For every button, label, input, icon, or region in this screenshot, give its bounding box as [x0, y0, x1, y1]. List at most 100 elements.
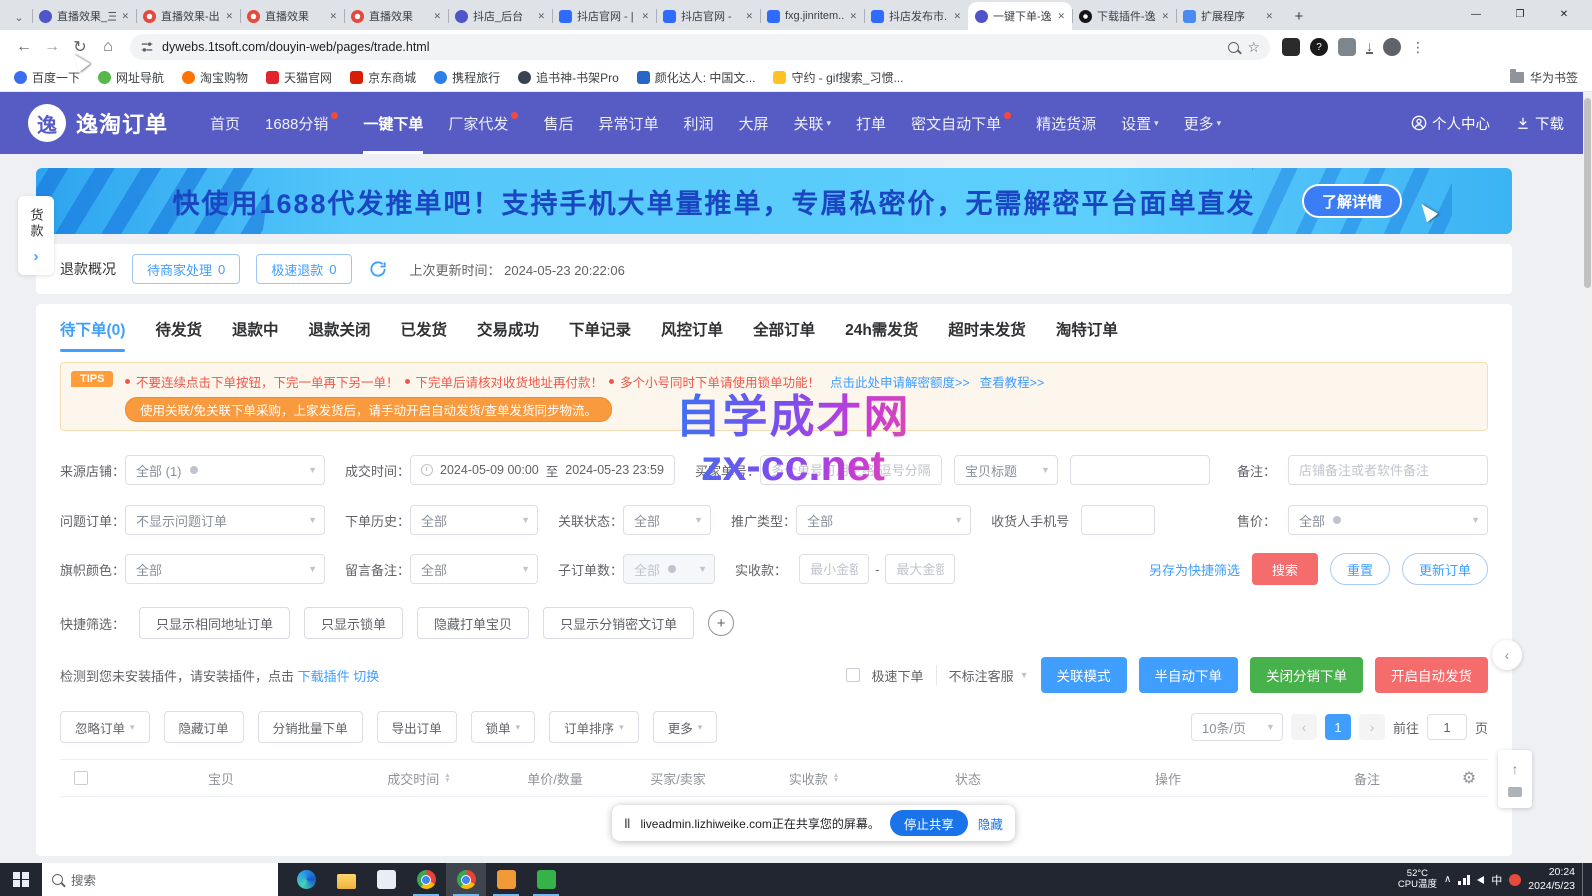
tab-close-icon[interactable]: ✕ [849, 11, 857, 22]
floating-widget[interactable]: ↑ [1498, 750, 1532, 808]
tab-close-icon[interactable]: ✕ [1265, 11, 1273, 22]
browser-tab[interactable]: fxg.jinritem... ✕ [760, 2, 864, 30]
prev-page-button[interactable]: ‹ [1291, 714, 1317, 740]
deal-time-range-picker[interactable]: 2024-05-09 00:00 至 2024-05-23 23:59 [410, 455, 675, 485]
scrollbar-track[interactable] [1583, 92, 1592, 863]
site-info-icon[interactable] [140, 40, 154, 54]
nav-item[interactable]: 厂家代发 [448, 92, 518, 154]
bookmark-item[interactable]: 天猫官网 [266, 69, 332, 86]
tab-close-icon[interactable]: ✕ [433, 11, 441, 22]
widget-icon[interactable] [1508, 787, 1522, 797]
express-order-checkbox[interactable] [846, 668, 860, 682]
nav-item[interactable]: 打单 [856, 92, 886, 154]
next-page-button[interactable]: › [1359, 714, 1385, 740]
column-price-qty[interactable]: 单价/数量 [498, 769, 612, 788]
nav-item[interactable]: 设置 ▾ [1121, 92, 1159, 154]
bookmark-item[interactable]: 淘宝购物 [182, 69, 248, 86]
side-drawer-tab[interactable]: 货款 › [18, 196, 54, 275]
zoom-icon[interactable] [1228, 42, 1239, 53]
download-plugin-link[interactable]: 下载插件 [298, 669, 350, 684]
order-status-tab[interactable]: 全部订单 [753, 318, 815, 352]
bookmark-item[interactable]: 百度一下 [14, 69, 80, 86]
sort-icon[interactable]: ▲▼ [833, 773, 839, 783]
volume-icon[interactable] [1477, 876, 1484, 884]
tab-close-icon[interactable]: ✕ [329, 11, 337, 22]
service-note-select[interactable]: 不标注客服 ▼ [949, 666, 1029, 685]
tab-overflow-icon[interactable]: ⌄ [6, 4, 32, 30]
problem-order-select[interactable]: 不显示问题订单 ▼ [125, 505, 325, 535]
taskbar-app-button[interactable] [526, 863, 566, 896]
column-status[interactable]: 状态 [884, 769, 1052, 788]
item-title-input[interactable] [1070, 455, 1210, 485]
nav-item[interactable]: 一键下单 [363, 92, 423, 154]
browser-tab[interactable]: 直播效果_三 ✕ [32, 2, 136, 30]
download-link[interactable]: 下载 [1516, 113, 1564, 134]
order-status-tab[interactable]: 退款中 [232, 318, 279, 352]
nav-item[interactable]: 利润 [683, 92, 713, 154]
nav-item[interactable]: 大屏 [738, 92, 768, 154]
tab-close-icon[interactable]: ✕ [121, 11, 129, 22]
pending-merchant-button[interactable]: 待商家处理 0 [132, 254, 240, 284]
nav-item[interactable]: 售后 [543, 92, 573, 154]
current-page-button[interactable]: 1 [1325, 714, 1351, 740]
taskbar-app-button[interactable] [366, 863, 406, 896]
order-status-tab[interactable]: 淘特订单 [1056, 318, 1118, 352]
collapse-panel-icon[interactable]: ‹ [1492, 640, 1522, 670]
toolbar-button[interactable]: 分销批量下单 [258, 711, 363, 743]
save-quick-filter-link[interactable]: 另存为快捷筛选 [1149, 560, 1240, 579]
price-select[interactable]: 全部 ▼ [1288, 505, 1488, 535]
window-minimize-button[interactable]: — [1454, 0, 1498, 28]
taskbar-app-button[interactable] [326, 863, 366, 896]
window-close-button[interactable]: ✕ [1542, 0, 1586, 28]
new-tab-button[interactable]: + [1286, 3, 1312, 29]
quick-filter-button[interactable]: 只显示锁单 [304, 607, 403, 639]
tray-expand-icon[interactable]: ∧ [1444, 874, 1451, 885]
order-status-tab[interactable]: 退款关闭 [308, 318, 370, 352]
browser-tab[interactable]: 抖店官网 - | ✕ [552, 2, 656, 30]
apply-decrypt-link[interactable]: 点击此处申请解密额度>> [830, 372, 970, 391]
tab-close-icon[interactable]: ✕ [225, 11, 233, 22]
order-status-tab[interactable]: 下单记录 [569, 318, 631, 352]
promo-type-select[interactable]: 全部 ▼ [796, 505, 971, 535]
browser-tab[interactable]: 直播效果 ✕ [344, 2, 448, 30]
add-quick-filter-icon[interactable]: + [708, 610, 734, 636]
bookmark-item[interactable]: 京东商城 [350, 69, 416, 86]
user-center-link[interactable]: 个人中心 [1411, 113, 1490, 134]
taskbar-app-button[interactable] [406, 863, 446, 896]
browser-tab[interactable]: 直播效果 ✕ [240, 2, 344, 30]
address-bar[interactable]: dywebs.1tsoft.com/douyin-web/pages/trade… [130, 34, 1270, 60]
scrollbar-thumb[interactable] [1584, 98, 1591, 288]
tab-close-icon[interactable]: ✕ [537, 11, 545, 22]
nav-item[interactable]: 1688分销 [265, 92, 338, 154]
quick-filter-button[interactable]: 隐藏打单宝贝 [417, 607, 529, 639]
settings-gear-icon[interactable]: ⚙ [1462, 768, 1476, 788]
relation-status-select[interactable]: 全部 ▼ [623, 505, 711, 535]
order-status-tab[interactable]: 待发货 [155, 318, 202, 352]
per-page-select[interactable]: 10条/页 ▼ [1191, 713, 1283, 741]
order-history-select[interactable]: 全部 ▼ [410, 505, 538, 535]
remark-input[interactable] [1288, 455, 1488, 485]
network-icon[interactable] [1458, 875, 1470, 885]
taskbar-clock[interactable]: 20:24 2024/5/23 [1528, 866, 1575, 892]
order-status-tab[interactable]: 交易成功 [477, 318, 539, 352]
ime-indicator[interactable]: 中 [1491, 872, 1502, 888]
column-item[interactable]: 宝贝 [102, 769, 340, 788]
buyer-order-input[interactable] [760, 455, 942, 485]
nav-item[interactable]: 异常订单 [598, 92, 658, 154]
taskbar-app-button[interactable] [486, 863, 526, 896]
nav-item[interactable]: 关联 ▾ [794, 92, 832, 154]
order-status-tab[interactable]: 超时未发货 [948, 318, 1026, 352]
toolbar-button[interactable]: 导出订单 [377, 711, 457, 743]
instant-refund-button[interactable]: 极速退款 0 [256, 254, 351, 284]
source-shop-select[interactable]: 全部 (1) ▼ [125, 455, 325, 485]
stop-sharing-button[interactable]: 停止共享 [890, 810, 968, 836]
bookmark-item[interactable]: 守约 - gif搜索_习惯... [773, 69, 903, 86]
bookmark-star-icon[interactable]: ☆ [1247, 39, 1260, 56]
toolbar-button[interactable]: 锁单 ▾ [471, 711, 536, 743]
bookmark-item[interactable]: 追书神-书架Pro [518, 69, 619, 86]
paid-min-input[interactable] [799, 554, 869, 584]
order-status-tab[interactable]: 24h需发货 [845, 318, 918, 352]
extensions-puzzle-icon[interactable] [1338, 38, 1356, 56]
hide-share-bar-link[interactable]: 隐藏 [978, 814, 1003, 833]
toolbar-button[interactable]: 更多 ▾ [653, 711, 718, 743]
